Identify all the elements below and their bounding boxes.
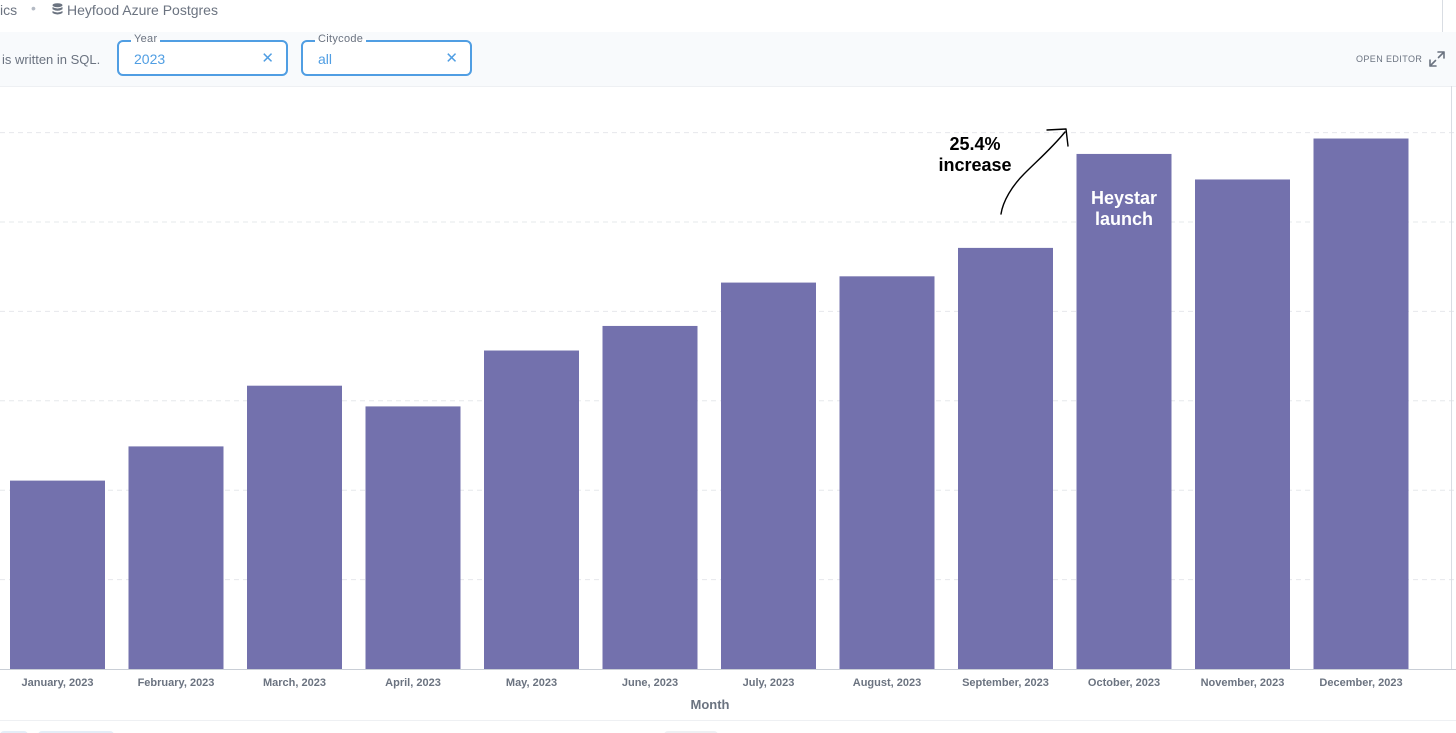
citycode-filter[interactable]: Citycode all ✕ [301,33,472,76]
bars [10,138,1409,669]
bar[interactable] [10,480,105,669]
breadcrumb-collection[interactable]: ics [0,2,17,18]
year-filter-label: Year [131,33,161,45]
year-filter[interactable]: Year 2023 ✕ [117,33,288,76]
bar[interactable] [721,282,816,669]
x-tick-label: December, 2023 [1319,677,1402,689]
x-tick-label: April, 2023 [385,677,441,689]
footer-strip [0,720,1456,733]
breadcrumb-database[interactable]: Heyfood Azure Postgres [67,2,218,18]
x-tick-label: January, 2023 [22,677,94,689]
x-tick-label: June, 2023 [622,677,678,689]
x-tick-label: March, 2023 [263,677,326,689]
bar[interactable] [128,446,224,669]
filter-bar: is written in SQL. Year 2023 ✕ Citycode … [0,32,1456,87]
annotation-increase-line2: increase [938,155,1011,175]
x-tick-label: August, 2023 [853,677,921,689]
bar[interactable] [1076,153,1172,669]
x-tick-label: October, 2023 [1088,677,1160,689]
query-page: ics • Heyfood Azure Postgres is written … [0,0,1456,733]
bar[interactable] [602,325,698,669]
bar[interactable] [1195,179,1290,669]
annotation-launch-line2: launch [1095,209,1153,229]
year-filter-value[interactable]: 2023 [134,51,165,67]
close-icon[interactable]: ✕ [445,49,458,67]
database-icon [52,3,63,15]
bar[interactable] [1313,138,1409,669]
citycode-filter-value[interactable]: all [318,51,332,67]
x-axis-label: Month [691,697,730,712]
bar[interactable] [839,276,935,669]
bar[interactable] [958,247,1053,669]
expand-icon[interactable] [1428,50,1446,68]
query-type-note: is written in SQL. [2,52,101,67]
x-tick-label: November, 2023 [1201,677,1285,689]
divider [1442,0,1443,32]
x-tick-label: September, 2023 [962,677,1049,689]
close-icon[interactable]: ✕ [261,49,274,67]
annotation-launch-line1: Heystar [1091,188,1157,208]
x-tick-label: May, 2023 [506,677,557,689]
annotation-increase-line1: 25.4% [949,134,1000,154]
bar[interactable] [484,350,579,669]
bar-chart: January, 2023 February, 2023 March, 2023 Ap… [0,86,1456,712]
breadcrumb-separator: • [31,0,36,16]
bar[interactable] [247,385,342,669]
x-tick-label: February, 2023 [138,677,215,689]
open-editor-button[interactable]: OPEN EDITOR [1356,54,1422,64]
bar[interactable] [365,406,461,669]
breadcrumb: ics • Heyfood Azure Postgres [0,0,1456,33]
citycode-filter-label: Citycode [315,33,367,45]
x-tick-label: July, 2023 [743,677,795,689]
